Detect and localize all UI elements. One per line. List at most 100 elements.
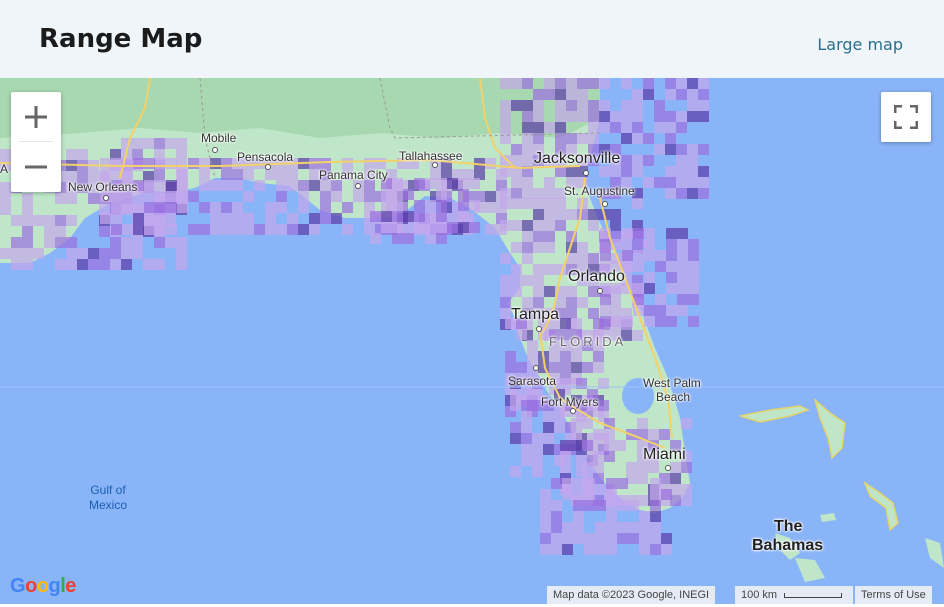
range-cell [593,362,604,373]
range-cell [643,133,654,144]
range-cell [533,89,544,100]
range-cell [544,231,555,242]
range-cell [176,248,187,259]
range-cell [144,180,155,191]
google-logo-letter: o [25,575,37,597]
range-cell [633,228,644,239]
range-cell [582,418,593,429]
range-cell [511,144,522,155]
range-map[interactable]: A Mobile Pensacola Tallahassee Jacksonvi… [0,78,944,604]
range-cell [458,178,469,189]
google-logo[interactable]: Google [10,575,76,598]
range-cell [599,111,610,122]
fullscreen-button[interactable] [881,92,931,142]
range-cell [588,122,599,133]
map-label-tallahassee: Tallahassee [399,149,463,163]
range-cell [55,226,66,237]
range-cell [655,250,666,261]
range-cell [676,89,687,100]
large-map-link[interactable]: Large map [817,35,903,54]
range-cell [154,237,165,248]
range-cell [532,433,543,444]
range-cell [331,213,342,224]
range-cell [600,316,611,327]
range-cell [633,283,644,294]
range-cell [698,100,709,111]
range-cell [632,166,643,177]
range-cell [88,193,99,204]
range-cell [516,362,527,373]
range-cell [650,500,661,511]
range-cell [573,478,584,489]
terms-of-use-link[interactable]: Terms of Use [855,586,932,604]
range-cell [122,202,133,213]
range-cell [500,100,511,111]
range-cell [632,330,643,341]
range-cell [615,440,626,451]
range-cell [22,204,33,215]
range-cell [661,533,672,544]
map-label-west-palm-2: Beach [656,390,691,404]
range-cell [544,78,555,89]
city-dot-tampa [536,326,542,332]
fullscreen-icon [894,105,918,129]
range-cell [595,544,606,555]
range-cell [584,478,595,489]
range-cell [521,455,532,466]
range-cell [500,111,511,122]
range-cell [637,473,648,484]
range-cell [66,259,77,270]
range-cell [665,133,676,144]
range-cell [458,189,469,200]
range-cell [577,89,588,100]
zoom-in-button[interactable] [11,92,61,142]
range-cell [544,122,555,133]
range-cell [522,144,533,155]
range-cell [511,100,522,111]
zoom-out-button[interactable] [11,142,61,192]
range-cell [571,351,582,362]
range-cell [254,180,265,191]
range-cell [458,200,469,211]
range-cell [392,222,403,233]
range-cell [555,78,566,89]
range-cell [606,522,617,533]
map-label-florida: FLORIDA [549,334,627,349]
range-cell [392,200,403,211]
range-cell [543,433,554,444]
range-cell [132,237,143,248]
range-cell [544,89,555,100]
range-cell [606,489,617,500]
range-cell [500,275,511,286]
range-cell [566,286,577,297]
range-cell [44,237,55,248]
range-cell [177,180,188,191]
range-cell [166,158,177,169]
range-cell [544,242,555,253]
range-cell [510,433,521,444]
range-cell [595,533,606,544]
range-cell [309,224,320,235]
range-cell [144,158,155,169]
range-cell [522,275,533,286]
range-cell [655,305,666,316]
range-cell [176,149,187,160]
map-data-attribution[interactable]: Map data ©2023 Google, INEGI [547,586,716,604]
scale-bar[interactable]: 100 km [735,586,853,604]
range-cell [549,351,560,362]
range-cell [500,122,511,133]
range-cell [11,237,22,248]
scale-line [784,592,843,598]
range-cell [666,305,677,316]
range-cell [644,250,655,261]
range-cell [210,213,221,224]
range-cell [540,500,551,511]
range-cell [276,191,287,202]
city-dot-orlando [597,288,603,294]
range-cell [644,228,655,239]
range-cell [177,202,188,213]
range-cell [276,180,287,191]
range-cell [110,237,121,248]
range-cell [121,248,132,259]
range-cell [595,522,606,533]
